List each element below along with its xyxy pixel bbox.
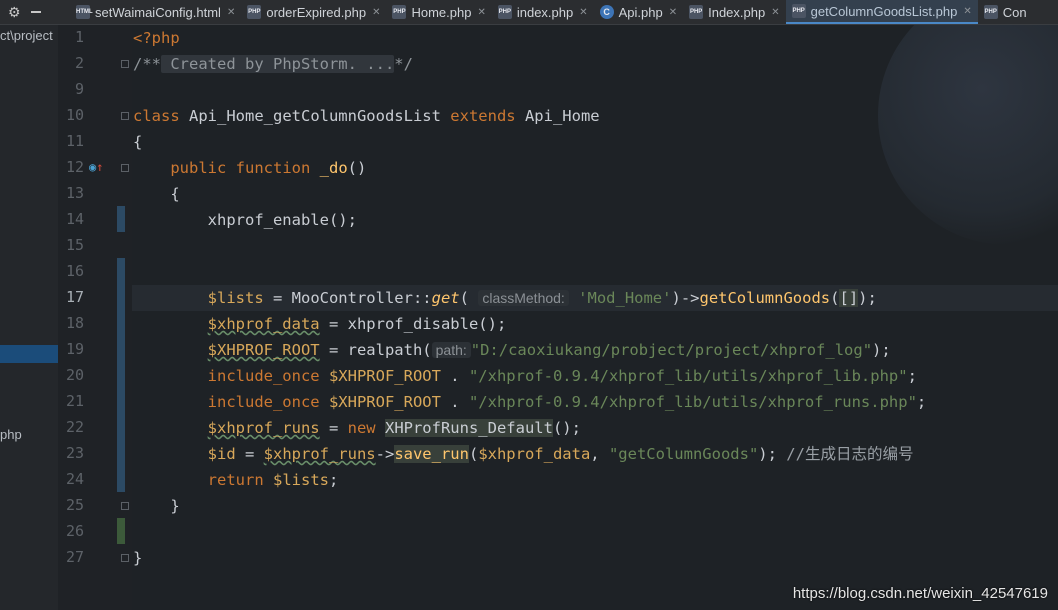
editor-gutter: 1 2 9 10 11 12 13 14 15 16 17 18 19 20 2… xyxy=(58,25,132,610)
code-line-21: include_once $XHPROF_ROOT . "/xhprof-0.9… xyxy=(207,393,927,411)
tab-index-lower[interactable]: PHP index.php ✕ xyxy=(492,0,594,24)
tab-label: Con xyxy=(1002,4,1027,20)
vcs-added-marker[interactable] xyxy=(117,518,125,544)
code-line-18: $xhprof_data = xhprof_disable(); xyxy=(207,315,507,333)
code-line-20: include_once $XHPROF_ROOT . "/xhprof-0.9… xyxy=(207,367,917,385)
line-number: 2 xyxy=(74,54,84,72)
line-number: 10 xyxy=(65,106,84,124)
tab-bar-tools: ⚙ xyxy=(0,4,70,21)
background-image xyxy=(878,25,1058,245)
line-number: 26 xyxy=(65,522,84,540)
close-icon[interactable]: ✕ xyxy=(669,7,677,18)
project-path[interactable]: ct\project xyxy=(0,28,53,43)
editor-tab-bar: ⚙ HTML setWaimaiConfig.html ✕ PHP orderE… xyxy=(0,0,1058,25)
line-number: 24 xyxy=(65,470,84,488)
vcs-change-marker[interactable] xyxy=(117,258,125,492)
line-number: 1 xyxy=(74,28,84,46)
php-file-icon: PHP xyxy=(392,5,407,19)
watermark: https://blog.csdn.net/weixin_42547619 xyxy=(792,585,1048,602)
code-line-19: $XHPROF_ROOT = realpath(path: "D:/caoxiuk… xyxy=(207,341,891,359)
selected-tree-row[interactable] xyxy=(0,345,58,363)
line-number: 16 xyxy=(65,262,84,280)
code-line-23: $id = $xhprof_runs->save_run($xhprof_dat… xyxy=(207,445,914,463)
html-file-icon: HTML xyxy=(76,5,93,19)
close-icon[interactable]: ✕ xyxy=(372,7,380,18)
override-method-icon[interactable]: ◉↑ xyxy=(89,160,103,174)
tab-con[interactable]: PHP Con xyxy=(978,0,1033,24)
line-number: 23 xyxy=(65,444,84,462)
code-line-27: } xyxy=(133,549,143,567)
php-file-icon: PHP xyxy=(983,5,998,19)
parameter-hint: classMethod: xyxy=(478,290,569,306)
tab-label: index.php xyxy=(516,4,574,20)
tab-label: Index.php xyxy=(708,4,766,20)
code-line-11: { xyxy=(133,133,143,151)
line-number: 12 xyxy=(65,158,84,176)
line-number: 13 xyxy=(65,184,84,202)
tab-index-upper[interactable]: PHP Index.php ✕ xyxy=(683,0,786,24)
folded-region[interactable]: Created by PhpStorm. ... xyxy=(161,55,395,73)
line-number: 20 xyxy=(65,366,84,384)
line-number: 18 xyxy=(65,314,84,332)
code-line-17: $lists = MooController::get( classMethod… xyxy=(207,289,877,307)
tab-label: orderExpired.php xyxy=(266,4,367,20)
code-line-1: <?php xyxy=(133,29,180,47)
line-number: 14 xyxy=(65,210,84,228)
tab-label: Home.php xyxy=(411,4,472,20)
tab-label: Api.php xyxy=(618,4,663,20)
fold-marker-icon[interactable] xyxy=(121,60,129,68)
project-tool-window: ct\project php xyxy=(0,25,58,610)
parameter-hint: path: xyxy=(431,342,471,358)
tab-label: setWaimaiConfig.html xyxy=(95,4,221,20)
php-file-icon: PHP xyxy=(791,4,806,18)
code-line-12: public function _do() xyxy=(170,159,367,177)
tab-getcolumngoodslist[interactable]: PHP getColumnGoodsList.php ✕ xyxy=(785,0,978,24)
fold-marker-icon[interactable] xyxy=(121,164,129,172)
code-line-22: $xhprof_runs = new XHProfRuns_Default(); xyxy=(207,419,581,437)
line-number: 9 xyxy=(74,80,84,98)
line-number: 19 xyxy=(65,340,84,358)
gear-icon[interactable]: ⚙ xyxy=(8,4,21,21)
code-line-2: /** Created by PhpStorm. ...*/ xyxy=(133,55,413,73)
code-editor[interactable]: <?php /** Created by PhpStorm. ...*/ cla… xyxy=(132,25,1058,610)
close-icon[interactable]: ✕ xyxy=(771,7,779,18)
code-line-24: return $lists; xyxy=(207,471,339,489)
fold-marker-icon[interactable] xyxy=(121,112,129,120)
php-class-icon: C xyxy=(599,5,614,19)
tab-orderexpired[interactable]: PHP orderExpired.php ✕ xyxy=(241,0,386,24)
line-number-current: 17 xyxy=(65,288,84,306)
close-icon[interactable]: ✕ xyxy=(477,7,485,18)
code-comment: //生成日志的编号 xyxy=(786,445,914,463)
line-number: 25 xyxy=(65,496,84,514)
code-line-25: } xyxy=(133,497,180,515)
tab-api[interactable]: C Api.php ✕ xyxy=(594,0,683,24)
php-file-icon: PHP xyxy=(497,5,512,19)
line-number: 11 xyxy=(65,132,84,150)
minimize-icon[interactable] xyxy=(30,11,41,13)
fold-marker-icon[interactable] xyxy=(121,502,129,510)
tab-label: getColumnGoodsList.php xyxy=(810,3,958,19)
line-number: 21 xyxy=(65,392,84,410)
php-file-icon: PHP xyxy=(247,5,262,19)
php-file-icon: PHP xyxy=(689,5,704,19)
project-tree-item[interactable]: php xyxy=(0,427,22,442)
code-line-10: class Api_Home_getColumnGoodsList extend… xyxy=(133,107,600,125)
code-line-14: xhprof_enable(); xyxy=(207,211,357,229)
line-number: 15 xyxy=(65,236,84,254)
line-number: 22 xyxy=(65,418,84,436)
vcs-change-marker[interactable] xyxy=(117,206,125,232)
tab-home[interactable]: PHP Home.php ✕ xyxy=(386,0,491,24)
code-line-13: { xyxy=(133,185,180,203)
close-icon[interactable]: ✕ xyxy=(963,6,971,17)
line-number: 27 xyxy=(65,548,84,566)
close-icon[interactable]: ✕ xyxy=(227,7,235,18)
fold-marker-icon[interactable] xyxy=(121,554,129,562)
close-icon[interactable]: ✕ xyxy=(579,7,587,18)
tab-setwaimaiconfig[interactable]: HTML setWaimaiConfig.html ✕ xyxy=(70,0,241,24)
